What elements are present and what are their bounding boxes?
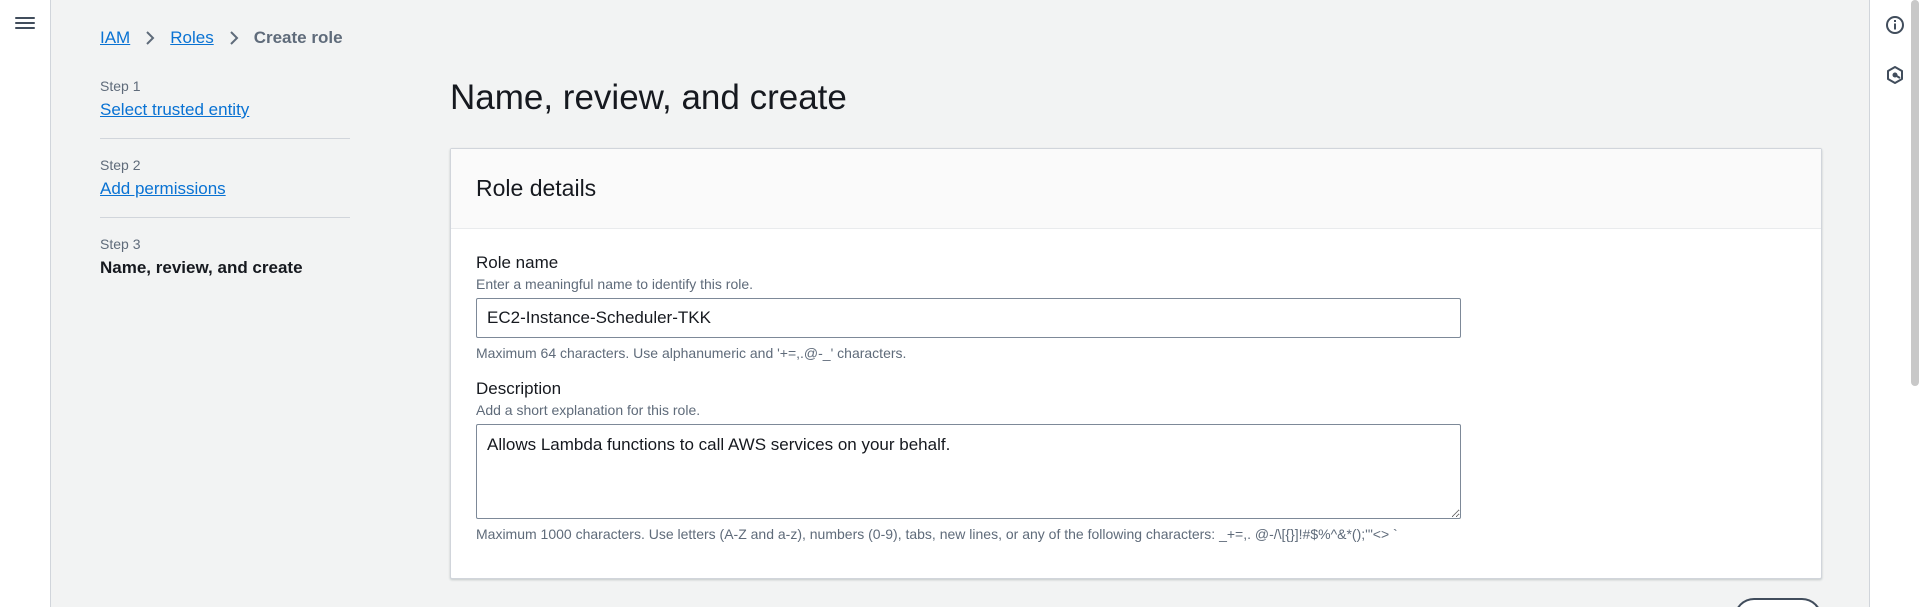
description-textarea[interactable]: Allows Lambda functions to call AWS serv… [476, 424, 1461, 519]
breadcrumb-iam-link[interactable]: IAM [100, 28, 130, 48]
chevron-right-icon [144, 30, 156, 46]
wizard-steps: Step 1 Select trusted entity Step 2 Add … [100, 78, 350, 314]
breadcrumb: IAM Roles Create role [100, 28, 343, 48]
breadcrumb-roles-link[interactable]: Roles [170, 28, 213, 48]
role-name-field-group: Role name Enter a meaningful name to ide… [476, 253, 1796, 361]
description-label: Description [476, 379, 562, 398]
role-name-label: Role name [476, 253, 559, 272]
wizard-step-2: Step 2 Add permissions [100, 157, 350, 218]
right-tools-rail [1869, 0, 1919, 607]
role-name-description: Enter a meaningful name to identify this… [476, 276, 754, 292]
role-details-panel: Role details Role name Enter a meaningfu… [450, 148, 1822, 579]
description-hint: Maximum 1000 characters. Use letters (A-… [476, 526, 1398, 542]
breadcrumb-current: Create role [253, 28, 343, 47]
hexagon-settings-icon[interactable] [1885, 65, 1905, 85]
description-description: Add a short explanation for this role. [476, 402, 701, 418]
chevron-right-icon [228, 30, 240, 46]
panel-body: Role name Enter a meaningful name to ide… [451, 229, 1821, 566]
wizard-step-3: Step 3 Name, review, and create [100, 236, 350, 296]
left-navigation-rail [0, 0, 51, 607]
step-label: Step 3 [100, 236, 141, 252]
partial-footer-button[interactable] [1734, 598, 1822, 607]
step-select-trusted-entity-link[interactable]: Select trusted entity [100, 100, 249, 120]
wizard-step-1: Step 1 Select trusted entity [100, 78, 350, 139]
panel-header: Role details [451, 149, 1821, 229]
hamburger-menu-icon[interactable] [15, 14, 35, 34]
step-label: Step 1 [100, 78, 141, 94]
page-title: Name, review, and create [450, 78, 847, 117]
page-scrollbar[interactable] [1911, 0, 1919, 386]
role-name-input[interactable] [476, 298, 1461, 338]
role-name-hint: Maximum 64 characters. Use alphanumeric … [476, 345, 907, 361]
panel-title: Role details [476, 175, 597, 201]
info-icon[interactable] [1885, 15, 1905, 35]
step-label: Step 2 [100, 157, 141, 173]
step-add-permissions-link[interactable]: Add permissions [100, 179, 226, 199]
step-current-title: Name, review, and create [100, 258, 303, 277]
description-field-group: Description Add a short explanation for … [476, 379, 1796, 542]
